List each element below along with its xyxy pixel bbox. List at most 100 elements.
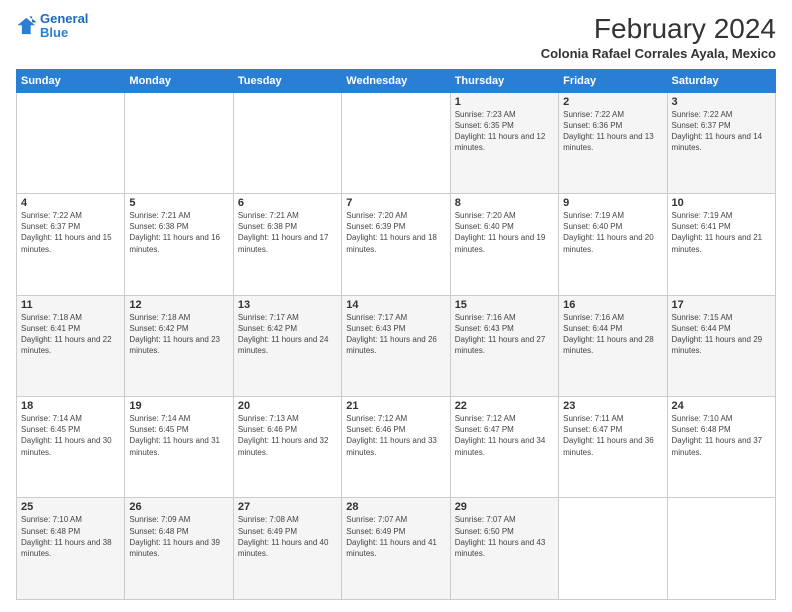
table-row [667, 498, 775, 600]
col-tuesday: Tuesday [233, 69, 341, 92]
table-row [342, 92, 450, 193]
day-number: 29 [455, 501, 554, 513]
calendar-week-row: 18Sunrise: 7:14 AMSunset: 6:45 PMDayligh… [17, 397, 776, 498]
day-number: 19 [129, 400, 228, 412]
col-monday: Monday [125, 69, 233, 92]
calendar-table: Sunday Monday Tuesday Wednesday Thursday… [16, 69, 776, 600]
table-row: 27Sunrise: 7:08 AMSunset: 6:49 PMDayligh… [233, 498, 341, 600]
table-row: 1Sunrise: 7:23 AMSunset: 6:35 PMDaylight… [450, 92, 558, 193]
day-info: Sunrise: 7:10 AMSunset: 6:48 PMDaylight:… [672, 413, 771, 458]
day-info: Sunrise: 7:19 AMSunset: 6:40 PMDaylight:… [563, 210, 662, 255]
day-info: Sunrise: 7:16 AMSunset: 6:44 PMDaylight:… [563, 312, 662, 357]
day-number: 7 [346, 197, 445, 209]
day-number: 28 [346, 501, 445, 513]
calendar-week-row: 25Sunrise: 7:10 AMSunset: 6:48 PMDayligh… [17, 498, 776, 600]
day-info: Sunrise: 7:12 AMSunset: 6:46 PMDaylight:… [346, 413, 445, 458]
table-row [233, 92, 341, 193]
day-info: Sunrise: 7:18 AMSunset: 6:42 PMDaylight:… [129, 312, 228, 357]
day-number: 22 [455, 400, 554, 412]
table-row: 22Sunrise: 7:12 AMSunset: 6:47 PMDayligh… [450, 397, 558, 498]
table-row: 16Sunrise: 7:16 AMSunset: 6:44 PMDayligh… [559, 295, 667, 396]
title-block: February 2024 Colonia Rafael Corrales Ay… [541, 12, 776, 61]
day-number: 17 [672, 299, 771, 311]
day-info: Sunrise: 7:17 AMSunset: 6:43 PMDaylight:… [346, 312, 445, 357]
day-number: 13 [238, 299, 337, 311]
day-number: 9 [563, 197, 662, 209]
table-row: 21Sunrise: 7:12 AMSunset: 6:46 PMDayligh… [342, 397, 450, 498]
table-row: 20Sunrise: 7:13 AMSunset: 6:46 PMDayligh… [233, 397, 341, 498]
table-row: 10Sunrise: 7:19 AMSunset: 6:41 PMDayligh… [667, 194, 775, 295]
day-number: 21 [346, 400, 445, 412]
day-number: 20 [238, 400, 337, 412]
table-row [17, 92, 125, 193]
day-info: Sunrise: 7:14 AMSunset: 6:45 PMDaylight:… [129, 413, 228, 458]
calendar-week-row: 11Sunrise: 7:18 AMSunset: 6:41 PMDayligh… [17, 295, 776, 396]
table-row: 3Sunrise: 7:22 AMSunset: 6:37 PMDaylight… [667, 92, 775, 193]
day-info: Sunrise: 7:07 AMSunset: 6:49 PMDaylight:… [346, 514, 445, 559]
day-info: Sunrise: 7:21 AMSunset: 6:38 PMDaylight:… [129, 210, 228, 255]
day-info: Sunrise: 7:19 AMSunset: 6:41 PMDaylight:… [672, 210, 771, 255]
day-number: 25 [21, 501, 120, 513]
day-info: Sunrise: 7:20 AMSunset: 6:39 PMDaylight:… [346, 210, 445, 255]
table-row: 7Sunrise: 7:20 AMSunset: 6:39 PMDaylight… [342, 194, 450, 295]
day-number: 4 [21, 197, 120, 209]
table-row: 8Sunrise: 7:20 AMSunset: 6:40 PMDaylight… [450, 194, 558, 295]
page: General Blue February 2024 Colonia Rafae… [0, 0, 792, 612]
day-info: Sunrise: 7:14 AMSunset: 6:45 PMDaylight:… [21, 413, 120, 458]
day-info: Sunrise: 7:22 AMSunset: 6:36 PMDaylight:… [563, 109, 662, 154]
day-number: 12 [129, 299, 228, 311]
table-row: 6Sunrise: 7:21 AMSunset: 6:38 PMDaylight… [233, 194, 341, 295]
day-number: 24 [672, 400, 771, 412]
day-info: Sunrise: 7:20 AMSunset: 6:40 PMDaylight:… [455, 210, 554, 255]
day-number: 8 [455, 197, 554, 209]
table-row: 17Sunrise: 7:15 AMSunset: 6:44 PMDayligh… [667, 295, 775, 396]
table-row [559, 498, 667, 600]
table-row: 28Sunrise: 7:07 AMSunset: 6:49 PMDayligh… [342, 498, 450, 600]
table-row: 2Sunrise: 7:22 AMSunset: 6:36 PMDaylight… [559, 92, 667, 193]
table-row: 5Sunrise: 7:21 AMSunset: 6:38 PMDaylight… [125, 194, 233, 295]
table-row: 15Sunrise: 7:16 AMSunset: 6:43 PMDayligh… [450, 295, 558, 396]
col-sunday: Sunday [17, 69, 125, 92]
table-row: 12Sunrise: 7:18 AMSunset: 6:42 PMDayligh… [125, 295, 233, 396]
day-number: 18 [21, 400, 120, 412]
table-row: 4Sunrise: 7:22 AMSunset: 6:37 PMDaylight… [17, 194, 125, 295]
calendar-week-row: 4Sunrise: 7:22 AMSunset: 6:37 PMDaylight… [17, 194, 776, 295]
day-number: 15 [455, 299, 554, 311]
day-info: Sunrise: 7:16 AMSunset: 6:43 PMDaylight:… [455, 312, 554, 357]
day-number: 27 [238, 501, 337, 513]
day-number: 26 [129, 501, 228, 513]
table-row: 18Sunrise: 7:14 AMSunset: 6:45 PMDayligh… [17, 397, 125, 498]
day-info: Sunrise: 7:07 AMSunset: 6:50 PMDaylight:… [455, 514, 554, 559]
day-info: Sunrise: 7:12 AMSunset: 6:47 PMDaylight:… [455, 413, 554, 458]
table-row: 19Sunrise: 7:14 AMSunset: 6:45 PMDayligh… [125, 397, 233, 498]
day-number: 16 [563, 299, 662, 311]
calendar-week-row: 1Sunrise: 7:23 AMSunset: 6:35 PMDaylight… [17, 92, 776, 193]
col-thursday: Thursday [450, 69, 558, 92]
table-row: 11Sunrise: 7:18 AMSunset: 6:41 PMDayligh… [17, 295, 125, 396]
logo-icon [16, 15, 38, 37]
col-saturday: Saturday [667, 69, 775, 92]
table-row: 14Sunrise: 7:17 AMSunset: 6:43 PMDayligh… [342, 295, 450, 396]
day-number: 14 [346, 299, 445, 311]
day-number: 3 [672, 96, 771, 108]
subtitle: Colonia Rafael Corrales Ayala, Mexico [541, 46, 776, 61]
table-row: 24Sunrise: 7:10 AMSunset: 6:48 PMDayligh… [667, 397, 775, 498]
logo: General Blue [16, 12, 88, 41]
table-row: 26Sunrise: 7:09 AMSunset: 6:48 PMDayligh… [125, 498, 233, 600]
table-row: 13Sunrise: 7:17 AMSunset: 6:42 PMDayligh… [233, 295, 341, 396]
day-info: Sunrise: 7:17 AMSunset: 6:42 PMDaylight:… [238, 312, 337, 357]
day-info: Sunrise: 7:22 AMSunset: 6:37 PMDaylight:… [672, 109, 771, 154]
table-row [125, 92, 233, 193]
col-friday: Friday [559, 69, 667, 92]
logo-text: General Blue [40, 12, 88, 41]
day-info: Sunrise: 7:18 AMSunset: 6:41 PMDaylight:… [21, 312, 120, 357]
day-info: Sunrise: 7:08 AMSunset: 6:49 PMDaylight:… [238, 514, 337, 559]
table-row: 9Sunrise: 7:19 AMSunset: 6:40 PMDaylight… [559, 194, 667, 295]
table-row: 23Sunrise: 7:11 AMSunset: 6:47 PMDayligh… [559, 397, 667, 498]
day-number: 6 [238, 197, 337, 209]
table-row: 25Sunrise: 7:10 AMSunset: 6:48 PMDayligh… [17, 498, 125, 600]
calendar-header-row: Sunday Monday Tuesday Wednesday Thursday… [17, 69, 776, 92]
day-info: Sunrise: 7:11 AMSunset: 6:47 PMDaylight:… [563, 413, 662, 458]
day-number: 5 [129, 197, 228, 209]
day-info: Sunrise: 7:09 AMSunset: 6:48 PMDaylight:… [129, 514, 228, 559]
